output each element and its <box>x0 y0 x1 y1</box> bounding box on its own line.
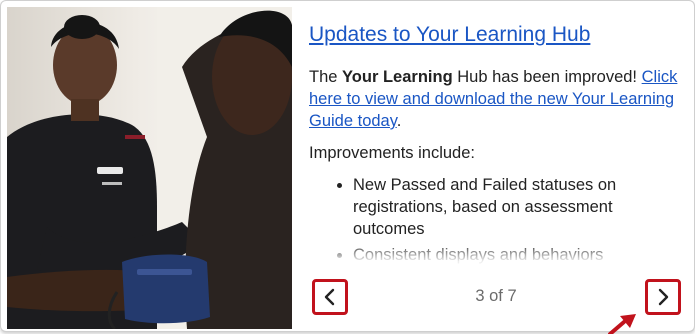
intro-bold: Your Learning <box>342 68 453 86</box>
chevron-left-icon <box>324 288 335 306</box>
announcement-content: Updates to Your Learning Hub The Your Le… <box>309 21 684 271</box>
previous-button[interactable] <box>312 279 348 315</box>
improvements-label: Improvements include: <box>309 144 475 162</box>
page-separator: of <box>484 287 508 305</box>
link-end: . <box>396 112 402 130</box>
carousel-card: Updates to Your Learning Hub The Your Le… <box>0 0 695 332</box>
announcement-title-link[interactable]: Updates to Your Learning Hub <box>309 21 684 49</box>
page-current: 3 <box>475 287 485 305</box>
page-total: 7 <box>507 287 517 305</box>
next-button[interactable] <box>645 279 681 315</box>
list-item: New Passed and Failed statuses on regist… <box>353 174 684 240</box>
photo-illustration <box>7 7 292 329</box>
chevron-right-icon <box>658 288 669 306</box>
list-item: Consistent displays and behaviors <box>353 244 684 266</box>
intro-prefix: The <box>309 68 343 86</box>
arrow-pointer-icon <box>608 314 636 334</box>
intro-paragraph: The Your Learning Hub has been improved!… <box>309 66 684 132</box>
page-counter: 3 of 7 <box>441 287 551 306</box>
improvements-list: New Passed and Failed statuses on regist… <box>309 174 684 266</box>
nurse-photo <box>7 7 292 329</box>
intro-suffix: Hub has been improved! <box>452 68 638 86</box>
